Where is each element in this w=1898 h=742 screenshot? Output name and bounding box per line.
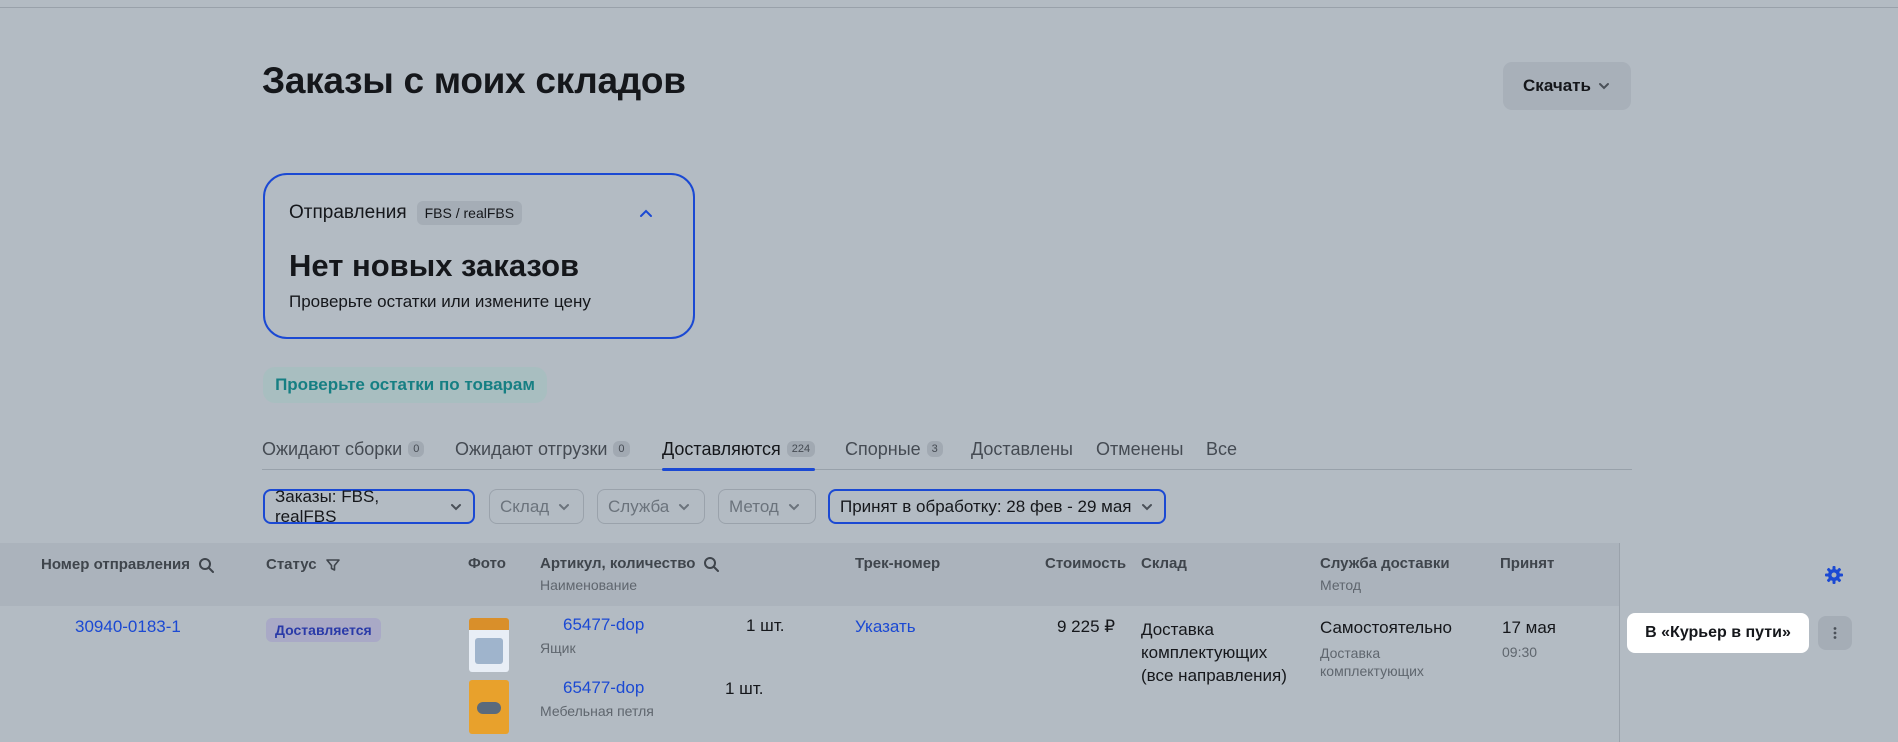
search-icon[interactable] [703,556,720,572]
tab-cancelled[interactable]: Отменены [1096,432,1183,466]
chevron-down-icon [787,500,801,514]
tab-label: Отменены [1096,438,1184,459]
check-stock-button[interactable]: Проверьте остатки по товарам [263,367,547,403]
shipments-badge: FBS / realFBS [416,201,523,225]
header-shipment-number[interactable]: Номер отправления [41,556,214,573]
filter-label: Метод [729,496,779,516]
tab-all[interactable]: Все [1206,432,1237,466]
article-link[interactable]: 65477-dop [563,615,644,635]
header-cost: Стоимость [1045,555,1127,572]
filter-service[interactable]: Служба [597,489,705,524]
more-actions-button[interactable] [1818,616,1852,650]
item-name: Ящик [540,640,576,656]
shipments-card: Отправления FBS / realFBS Нет новых зака… [263,173,695,339]
status-tabs: Ожидают сборки 0 Ожидают отгрузки 0 Дост… [262,428,1632,471]
tab-count: 224 [786,441,816,457]
filter-label: Заказы: FBS, realFBS [275,486,380,526]
article-link[interactable]: 65477-dop [563,678,644,698]
header-photo: Фото [468,555,506,572]
shipment-number-link[interactable]: 30940-0183-1 [75,617,181,637]
filter-label: Принят в обработку: 28 фев - 29 мая [840,496,1132,516]
item-quantity: 1 шт. [746,616,785,635]
accepted-time: 09:30 [1502,644,1538,660]
tab-awaiting-shipment[interactable]: Ожидают отгрузки 0 [455,432,630,466]
tab-label: Все [1206,438,1238,459]
tab-disputed[interactable]: Спорные 3 [845,432,943,466]
product-photo[interactable] [469,618,509,672]
tab-count: 3 [926,441,943,457]
header-warehouse: Склад [1141,555,1187,572]
header-article[interactable]: Артикул, количество [540,555,720,572]
header-track: Трек-номер [855,555,941,572]
tab-label: Ожидают сборки [262,438,403,459]
tab-delivered[interactable]: Доставлены [971,432,1073,466]
chevron-down-icon [557,500,571,514]
header-label: Статус [266,556,317,573]
header-accepted: Принят [1500,555,1555,572]
tab-count: 0 [613,441,630,457]
tab-delivering[interactable]: Доставляются 224 [662,432,816,471]
accepted-date: 17 мая [1502,618,1556,637]
tab-awaiting-assembly[interactable]: Ожидают сборки 0 [262,432,425,466]
column-divider [1619,543,1620,742]
order-cost: 9 225 ₽ [1057,617,1116,636]
filter-method[interactable]: Метод [718,489,816,524]
warehouse-name: Доставка комплектующих (все направления) [1141,620,1287,685]
tab-label: Спорные [845,438,921,459]
chevron-down-icon [677,500,691,514]
header-article-sub: Наименование [540,577,638,593]
filter-label: Служба [608,496,670,516]
filter-icon[interactable] [325,557,341,573]
no-orders-subtitle: Проверьте остатки или измените цену [289,292,591,311]
search-icon[interactable] [198,557,214,573]
delivery-service: Самостоятельно [1320,618,1452,637]
download-label: Скачать [1523,76,1591,95]
tab-label: Ожидают отгрузки [455,438,608,459]
shipments-title: Отправления [289,202,407,223]
item-name: Мебельная петля [540,703,654,719]
status-badge: Доставляется [266,618,381,642]
tab-label: Доставлены [971,438,1073,459]
filter-label: Склад [500,496,550,516]
no-orders-headline: Нет новых заказов [289,248,580,283]
header-label: Номер отправления [41,556,190,573]
product-photo[interactable] [469,680,509,734]
filter-warehouse[interactable]: Склад [489,489,584,524]
tab-label: Доставляются [662,438,781,459]
more-vertical-icon [1833,627,1837,639]
tab-count: 0 [408,441,425,457]
chevron-up-icon[interactable] [637,205,655,223]
download-button[interactable]: Скачать [1503,62,1631,110]
track-number-link[interactable]: Указать [855,617,916,637]
header-status[interactable]: Статус [266,556,341,573]
header-delivery: Служба доставки [1320,555,1450,572]
header-delivery-sub: Метод [1320,577,1362,593]
chevron-down-icon [1140,500,1154,514]
filter-accepted-date[interactable]: Принят в обработку: 28 фев - 29 мая [828,489,1166,524]
page-title: Заказы с моих складов [262,60,686,101]
header-label: Артикул, количество [540,555,696,572]
delivery-method: Доставка комплектующих [1320,645,1424,679]
table-header [0,543,1620,606]
courier-in-transit-button[interactable]: В «Курьер в пути» [1627,613,1809,653]
top-divider [0,7,1898,8]
filter-orders[interactable]: Заказы: FBS, realFBS [263,486,475,526]
chevron-down-icon [1597,79,1611,93]
item-quantity: 1 шт. [725,679,764,698]
chevron-down-icon [449,500,463,514]
gear-icon[interactable] [1824,565,1844,585]
